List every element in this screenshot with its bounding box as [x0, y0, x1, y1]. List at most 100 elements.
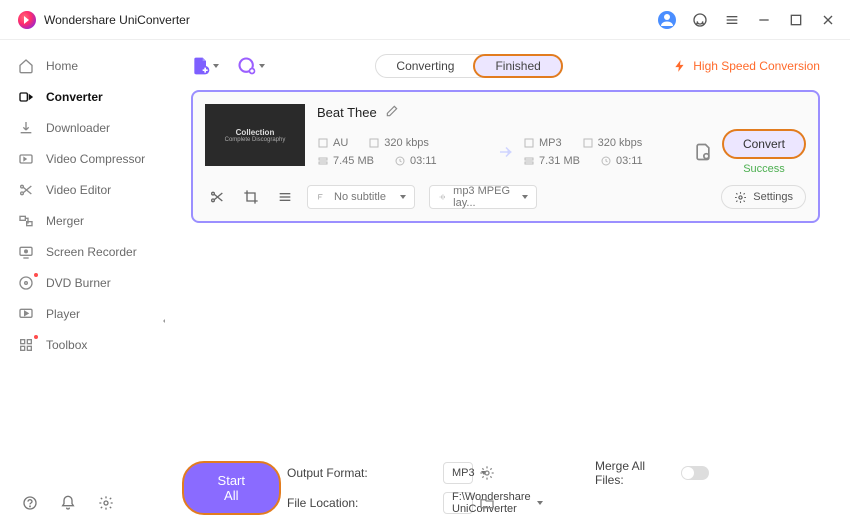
sidebar-item-compressor[interactable]: Video Compressor — [0, 143, 175, 174]
thumb-title: Collection — [236, 128, 275, 137]
audio-value: mp3 MPEG lay... — [453, 185, 516, 209]
task-thumbnail: Collection Complete Discography — [205, 104, 305, 166]
main-panel: Converting Finished High Speed Conversio… — [175, 40, 850, 527]
arrow-right-icon — [497, 143, 515, 161]
sidebar-item-toolbox[interactable]: Toolbox — [0, 329, 175, 360]
dvd-icon — [18, 275, 34, 291]
bitrate-icon — [368, 137, 380, 149]
settings-label: Settings — [753, 191, 793, 203]
crop-icon[interactable] — [243, 189, 259, 205]
app-logo-icon — [18, 11, 36, 29]
task-title: Beat Thee — [317, 105, 377, 120]
sidebar-item-downloader[interactable]: Downloader — [0, 112, 175, 143]
player-icon — [18, 306, 34, 322]
chevron-down-icon — [537, 501, 543, 505]
sidebar-label: Converter — [46, 90, 103, 104]
bell-icon[interactable] — [60, 495, 76, 511]
subtitle-icon — [316, 191, 328, 203]
footer-bar: Output Format: MP3 Merge All Files: Star… — [175, 453, 836, 527]
download-icon — [18, 120, 34, 136]
src-dur: 03:11 — [410, 155, 437, 167]
sidebar-footer — [0, 495, 175, 517]
task-settings-button[interactable]: Settings — [721, 185, 806, 209]
merge-label: Merge All Files: — [595, 459, 675, 487]
sidebar-item-recorder[interactable]: Screen Recorder — [0, 236, 175, 267]
output-format-label: Output Format: — [287, 466, 437, 480]
add-files-button[interactable] — [191, 56, 219, 76]
sidebar-label: Video Compressor — [46, 152, 145, 166]
gear-icon — [734, 191, 747, 204]
open-folder-icon[interactable] — [479, 495, 495, 511]
subtitle-select[interactable]: No subtitle — [307, 185, 415, 209]
sidebar-item-home[interactable]: Home — [0, 50, 175, 81]
recorder-icon — [18, 244, 34, 260]
subtitle-value: No subtitle — [334, 191, 386, 203]
add-url-button[interactable] — [237, 56, 265, 76]
sidebar-item-merger[interactable]: Merger — [0, 205, 175, 236]
tab-converting[interactable]: Converting — [376, 55, 474, 77]
audio-select[interactable]: mp3 MPEG lay... — [429, 185, 537, 209]
support-icon[interactable] — [692, 12, 708, 28]
sidebar-item-editor[interactable]: Video Editor — [0, 174, 175, 205]
titlebar: Wondershare UniConverter — [0, 0, 850, 40]
sidebar-item-player[interactable]: Player — [0, 298, 175, 329]
compressor-icon — [18, 151, 34, 167]
effect-icon[interactable] — [277, 189, 293, 205]
scissors-icon — [18, 182, 34, 198]
convert-button[interactable]: Convert — [722, 129, 806, 159]
trim-icon[interactable] — [209, 189, 225, 205]
menu-icon[interactable] — [724, 12, 740, 28]
task-status: Success — [743, 163, 785, 175]
format-icon — [317, 137, 329, 149]
dst-dur: 03:11 — [616, 155, 643, 167]
src-bitrate: 320 kbps — [384, 137, 429, 149]
size-icon — [317, 155, 329, 167]
chevron-down-icon — [522, 195, 528, 199]
window-minimize-icon[interactable] — [756, 12, 772, 28]
high-speed-label: High Speed Conversion — [693, 59, 820, 73]
format-settings-icon[interactable] — [479, 465, 495, 481]
help-icon[interactable] — [22, 495, 38, 511]
merge-toggle[interactable] — [681, 466, 709, 480]
bitrate-icon — [582, 137, 594, 149]
tab-finished[interactable]: Finished — [473, 54, 562, 78]
status-tabs: Converting Finished — [375, 54, 562, 78]
sidebar-label: DVD Burner — [46, 276, 111, 290]
chevron-down-icon — [400, 195, 406, 199]
merger-icon — [18, 213, 34, 229]
format-icon — [523, 137, 535, 149]
clock-icon — [394, 155, 406, 167]
audio-icon — [438, 191, 447, 203]
high-speed-toggle[interactable]: High Speed Conversion — [673, 59, 820, 73]
sidebar-label: Merger — [46, 214, 84, 228]
dst-size: 7.31 MB — [539, 155, 580, 167]
user-avatar-icon[interactable] — [658, 11, 676, 29]
sidebar-item-converter[interactable]: Converter — [0, 81, 175, 112]
toolbox-icon — [18, 337, 34, 353]
window-maximize-icon[interactable] — [788, 12, 804, 28]
file-location-select[interactable]: F:\Wondershare UniConverter — [443, 492, 473, 514]
app-title: Wondershare UniConverter — [44, 13, 190, 27]
clock-icon — [600, 155, 612, 167]
dst-fmt: MP3 — [539, 137, 562, 149]
settings-gear-icon[interactable] — [98, 495, 114, 511]
size-icon — [523, 155, 535, 167]
file-settings-icon[interactable] — [693, 142, 713, 162]
sidebar: Home Converter Downloader Video Compress… — [0, 40, 175, 527]
file-location-label: File Location: — [287, 496, 437, 510]
dst-bitrate: 320 kbps — [598, 137, 643, 149]
task-card: Collection Complete Discography Beat The… — [191, 90, 820, 223]
sidebar-label: Downloader — [46, 121, 110, 135]
thumb-sub: Complete Discography — [225, 137, 286, 143]
start-all-button[interactable]: Start All — [182, 461, 281, 515]
chevron-down-icon — [213, 64, 219, 68]
sidebar-collapse-handle[interactable] — [160, 316, 168, 326]
sidebar-label: Home — [46, 59, 78, 73]
output-format-select[interactable]: MP3 — [443, 462, 473, 484]
window-close-icon[interactable] — [820, 12, 836, 28]
sidebar-label: Toolbox — [46, 338, 87, 352]
rename-icon[interactable] — [385, 104, 399, 121]
output-format-value: MP3 — [452, 467, 475, 479]
src-fmt: AU — [333, 137, 348, 149]
sidebar-item-dvd[interactable]: DVD Burner — [0, 267, 175, 298]
